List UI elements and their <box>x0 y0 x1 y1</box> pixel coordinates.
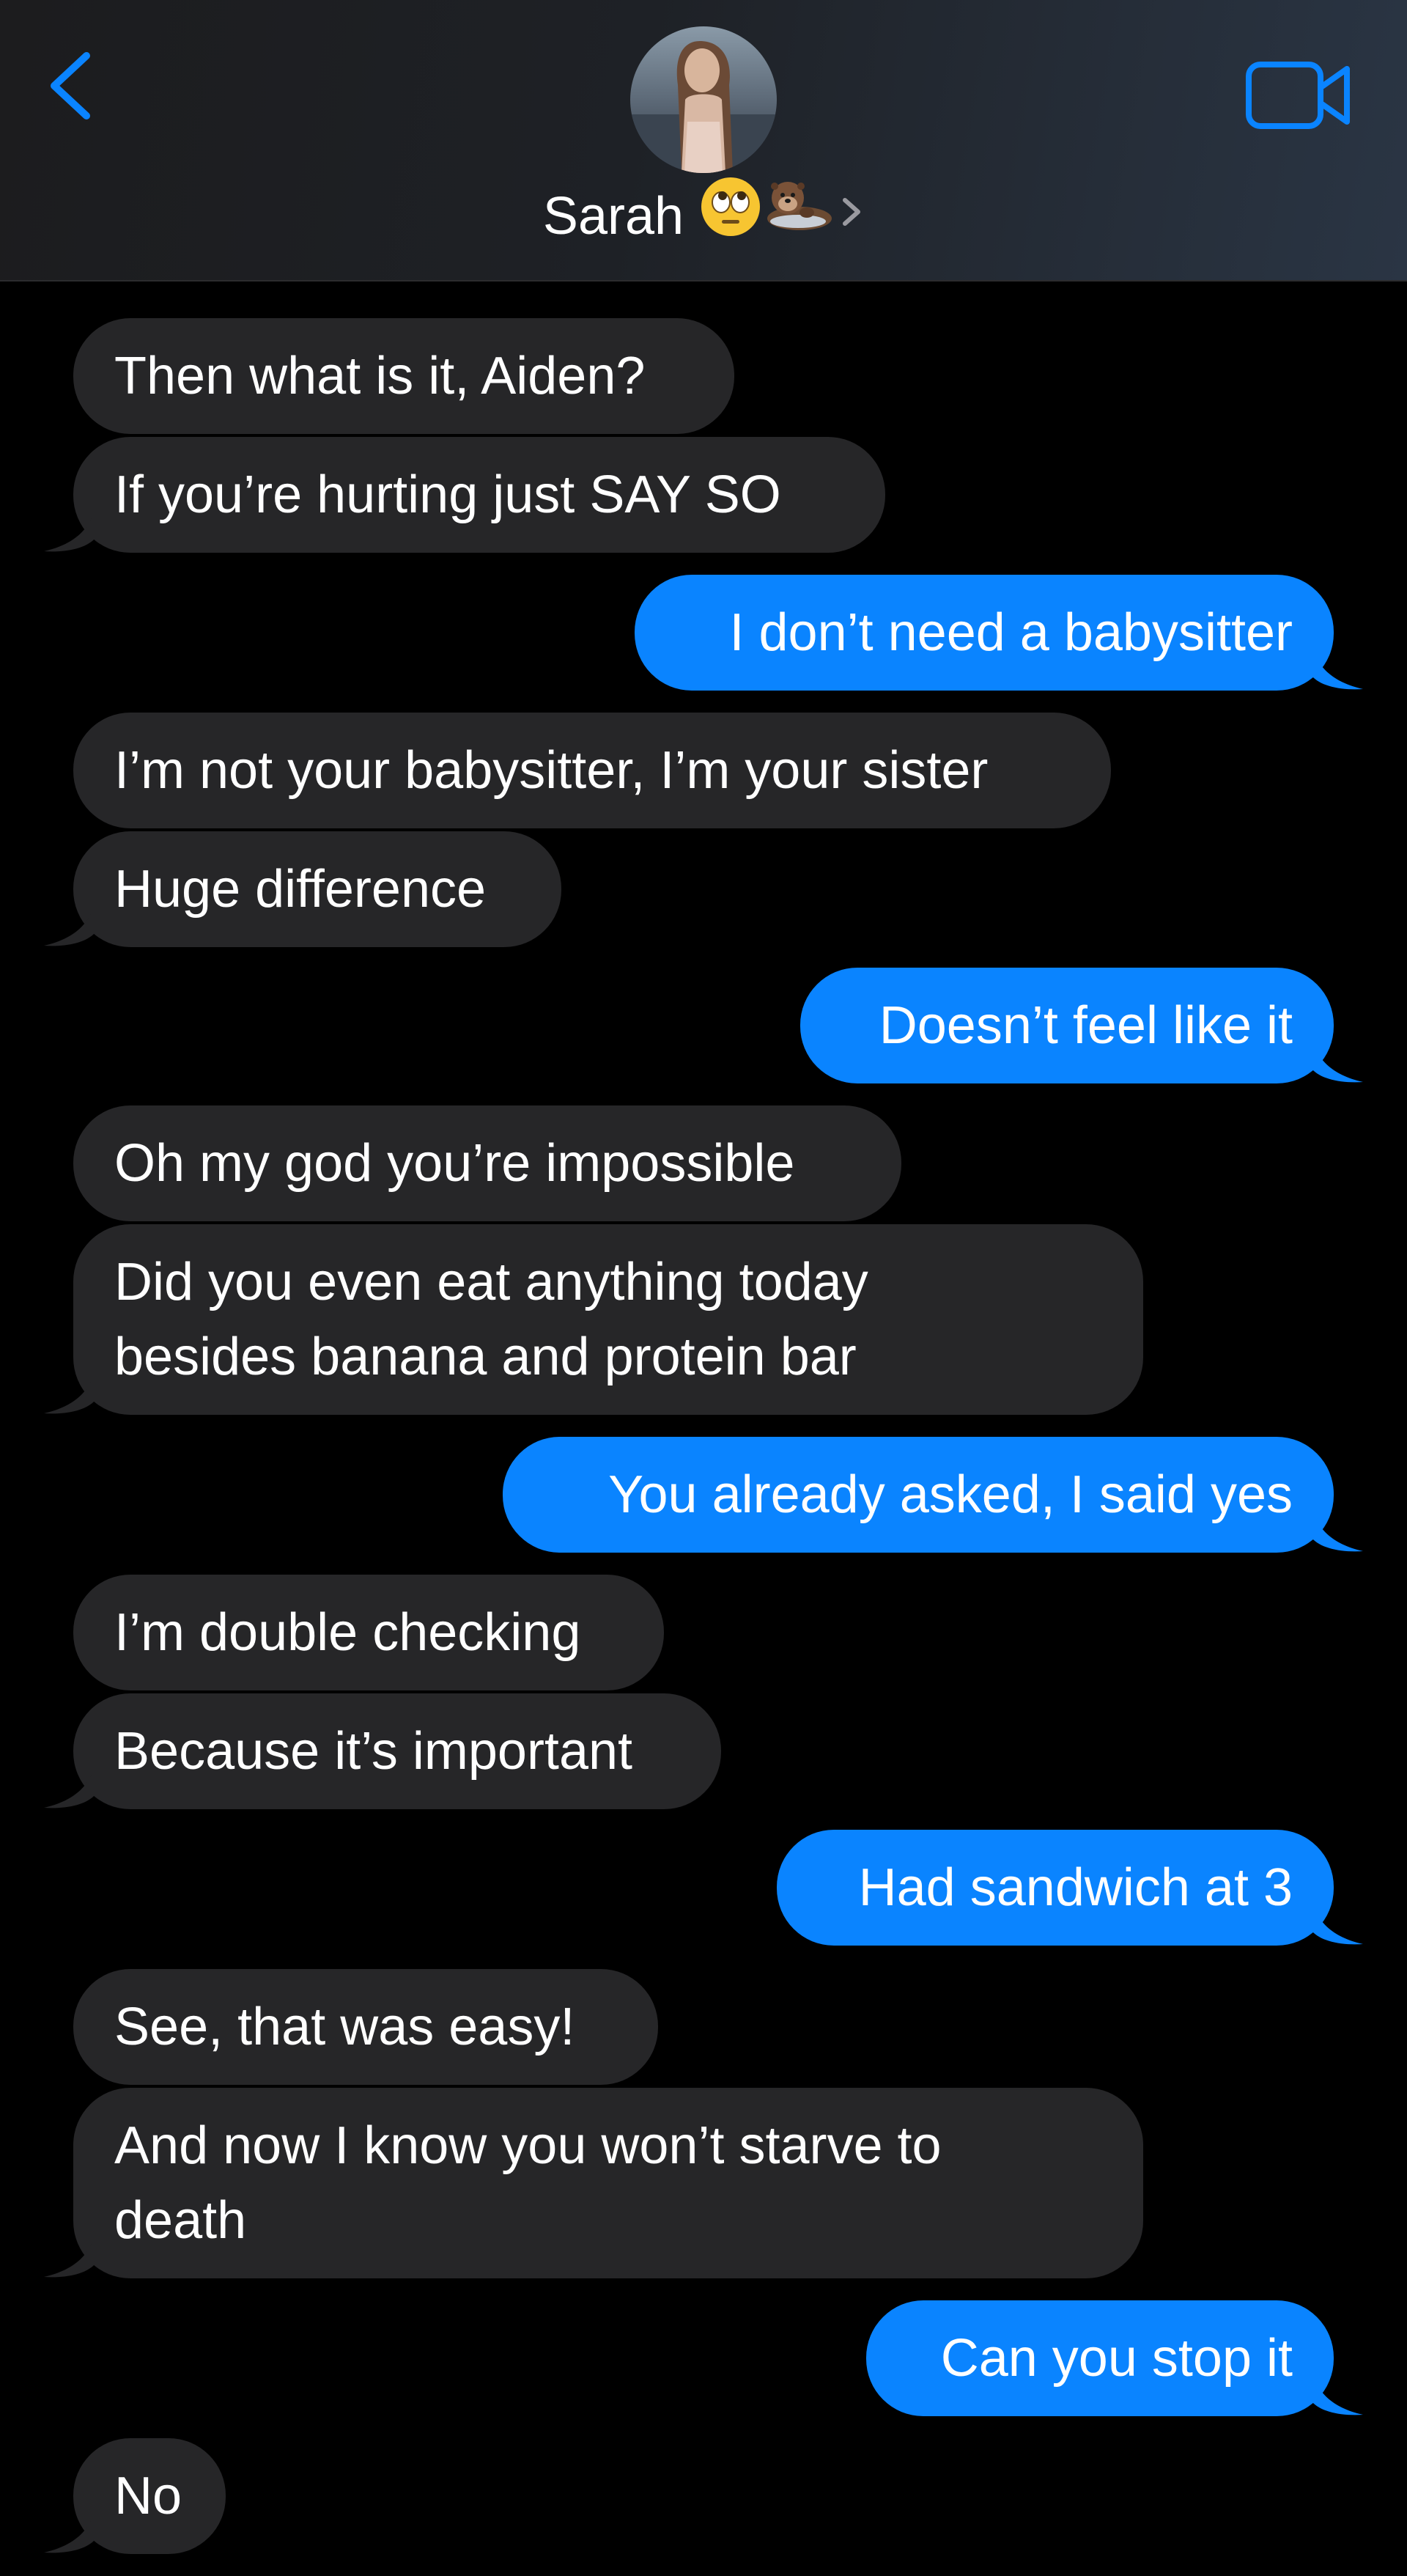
avatar-photo <box>630 26 777 173</box>
outgoing-bubble-tail <box>1312 2372 1363 2415</box>
incoming-message[interactable]: Did you even eat anything today besides … <box>73 1224 1143 1415</box>
incoming-message[interactable]: Then what is it, Aiden? <box>73 318 734 434</box>
incoming-bubble-tail <box>44 2234 95 2278</box>
contact-name-button[interactable]: Sarah <box>0 176 1407 257</box>
incoming-bubble-tail <box>44 1765 95 1808</box>
outgoing-bubble-tail <box>1312 1902 1363 1945</box>
video-call-button[interactable] <box>1244 59 1354 132</box>
chevron-left-icon <box>51 52 90 119</box>
incoming-message[interactable]: I’m not your babysitter, I’m your sister <box>73 713 1111 828</box>
outgoing-message[interactable]: Had sandwich at 3 <box>777 1830 1334 1946</box>
outgoing-bubble-tail <box>1312 1509 1363 1552</box>
contact-avatar[interactable] <box>630 26 777 173</box>
incoming-bubble-tail <box>44 1371 95 1414</box>
outgoing-bubble-tail <box>1312 647 1363 690</box>
outgoing-message[interactable]: Doesn’t feel like it <box>800 968 1334 1083</box>
outgoing-message[interactable]: You already asked, I said yes <box>503 1437 1334 1553</box>
incoming-bubble-tail <box>44 903 95 946</box>
chevron-right-icon <box>839 180 864 253</box>
rolling-eyes-emoji-icon <box>700 176 761 257</box>
otter-emoji-icon <box>761 176 835 257</box>
incoming-bubble-tail <box>44 2510 95 2553</box>
contact-name: Sarah <box>542 187 684 246</box>
conversation-header: Sarah <box>0 0 1407 281</box>
incoming-message[interactable]: Because it’s important <box>73 1693 721 1809</box>
incoming-bubble-tail <box>44 509 95 552</box>
incoming-message[interactable]: And now I know you won’t starve to death <box>73 2088 1143 2278</box>
incoming-message[interactable]: Oh my god you’re impossible <box>73 1105 901 1221</box>
back-button[interactable] <box>44 45 103 126</box>
incoming-message[interactable]: I’m double checking <box>73 1575 664 1690</box>
incoming-message[interactable]: See, that was easy! <box>73 1969 658 2085</box>
incoming-message[interactable]: No <box>73 2438 226 2554</box>
outgoing-message[interactable]: I don’t need a babysitter <box>635 575 1334 691</box>
incoming-message[interactable]: If you’re hurting just SAY SO <box>73 437 885 553</box>
video-camera-icon <box>1246 62 1350 129</box>
incoming-message[interactable]: Huge difference <box>73 831 561 947</box>
outgoing-message[interactable]: Can you stop it <box>866 2300 1334 2416</box>
outgoing-bubble-tail <box>1312 1039 1363 1083</box>
